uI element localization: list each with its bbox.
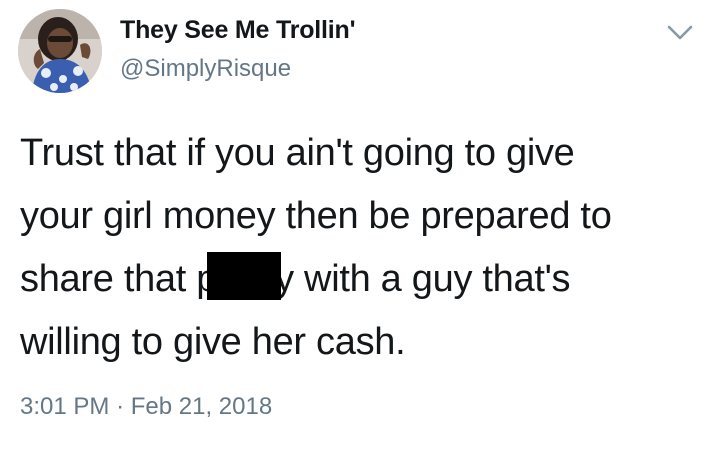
tweet-time: 3:01 PM <box>20 393 110 420</box>
tweet-text-fragment: share that p <box>20 258 218 300</box>
timestamp-separator: · <box>116 393 125 420</box>
tweet-text-fragment: y with a guy that's <box>275 258 571 300</box>
tweet-text-line: share that p y with a guy that's <box>20 248 705 311</box>
tweet-text-line: willing to give her cash. <box>20 321 406 363</box>
timestamp[interactable]: 3:01 PM · Feb 21, 2018 <box>20 393 272 421</box>
avatar[interactable] <box>18 9 102 93</box>
profile-photo-icon <box>18 9 102 93</box>
display-name[interactable]: They See Me Trollin' <box>120 16 356 45</box>
tweet-text: Trust that if you ain't going to give yo… <box>20 122 705 374</box>
tweet-text-line: your girl money then be prepared to <box>20 195 612 237</box>
censor-bar <box>207 252 282 300</box>
user-handle[interactable]: @SimplyRisque <box>120 55 291 83</box>
tweet-text-line: Trust that if you ain't going to give <box>20 132 575 174</box>
tweet-date: Feb 21, 2018 <box>130 393 273 420</box>
chevron-down-icon[interactable] <box>660 16 700 48</box>
tweet-card: They See Me Trollin' @SimplyRisque Trust… <box>0 0 720 458</box>
